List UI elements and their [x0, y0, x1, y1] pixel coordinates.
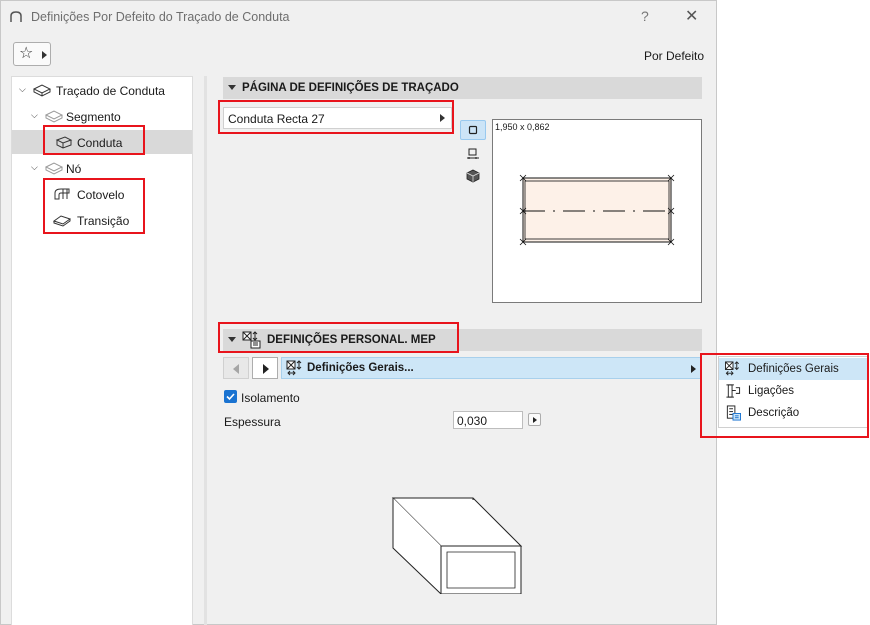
- help-button[interactable]: ?: [641, 8, 649, 24]
- tree-item-duct-route[interactable]: ⌵ Traçado de Conduta: [12, 78, 192, 102]
- tree-item-segment[interactable]: ⌵ Segmento: [12, 104, 192, 128]
- section-view-button[interactable]: [460, 144, 486, 164]
- page-menu: Definições Gerais Ligações Descrição: [718, 356, 868, 428]
- close-button[interactable]: ✕: [685, 6, 698, 26]
- window-title: Definições Por Defeito do Traçado de Con…: [31, 10, 290, 24]
- menu-item-label: Descrição: [748, 407, 800, 419]
- title-bar: Definições Por Defeito do Traçado de Con…: [1, 1, 716, 33]
- favorites-button[interactable]: ☆: [13, 42, 51, 66]
- menu-item-description[interactable]: Descrição: [719, 402, 867, 424]
- thickness-input[interactable]: 0,030: [453, 411, 523, 429]
- mep-settings-icon: [242, 331, 261, 349]
- chevron-right-icon: [691, 365, 696, 373]
- route-settings-header[interactable]: PÁGINA DE DEFINIÇÕES DE TRAÇADO: [223, 77, 702, 99]
- tree-item-label: Cotovelo: [77, 188, 125, 202]
- previous-page-button[interactable]: [223, 357, 249, 379]
- settings-tree: ⌵ Traçado de Conduta ⌵ Segmento Conduta: [11, 76, 193, 625]
- section-view-icon: [467, 148, 479, 159]
- chevron-right-icon: [42, 51, 47, 59]
- transition-icon: [53, 215, 71, 227]
- default-label: Por Defeito: [644, 49, 705, 63]
- menu-item-label: Ligações: [748, 385, 795, 397]
- current-page-label: Definições Gerais...: [307, 362, 414, 374]
- tree-item-label: Transição: [77, 214, 130, 228]
- mep-settings-header[interactable]: DEFINIÇÕES PERSONAL. MEP: [223, 329, 702, 351]
- profile-value: Conduta Recta 27: [228, 112, 325, 126]
- insulated-duct-drawing: [391, 497, 523, 594]
- description-icon: [726, 405, 741, 421]
- chevron-right-icon: [440, 114, 445, 122]
- checkmark-icon: [226, 393, 235, 401]
- panel-splitter[interactable]: [204, 76, 207, 625]
- general-settings-icon: [725, 361, 739, 376]
- node-icon: [45, 162, 63, 175]
- thickness-options-button[interactable]: [528, 413, 541, 426]
- section-title: PÁGINA DE DEFINIÇÕES DE TRAÇADO: [242, 82, 459, 94]
- duct-icon: [55, 136, 73, 149]
- menu-item-general-settings[interactable]: Definições Gerais: [719, 358, 867, 380]
- elbow-icon: [54, 188, 70, 200]
- tree-item-transition[interactable]: Transição: [12, 208, 192, 232]
- tree-item-duct[interactable]: Conduta: [12, 130, 192, 154]
- duct-route-icon: [33, 84, 51, 97]
- plan-view-icon: [468, 125, 478, 135]
- star-icon: ☆: [19, 45, 34, 62]
- tree-item-label: Nó: [66, 162, 82, 176]
- arrow-right-icon: [263, 364, 269, 374]
- menu-item-connections[interactable]: Ligações: [719, 380, 867, 402]
- section-title: DEFINIÇÕES PERSONAL. MEP: [267, 334, 436, 346]
- tree-item-label: Conduta: [77, 136, 123, 150]
- insulation-checkbox[interactable]: [224, 390, 237, 403]
- connections-icon: [726, 384, 741, 398]
- plan-view-button[interactable]: [460, 120, 486, 140]
- tree-item-elbow[interactable]: Cotovelo: [12, 182, 192, 206]
- thickness-value: 0,030: [457, 414, 488, 428]
- collapse-icon: [228, 85, 236, 90]
- arrow-left-icon: [233, 364, 239, 374]
- insulation-label: Isolamento: [241, 391, 300, 405]
- 3d-view-icon: [466, 169, 480, 183]
- duct-section-drawing: [519, 174, 675, 246]
- collapse-icon: [228, 337, 236, 342]
- tree-item-node[interactable]: ⌵ Nó: [12, 156, 192, 180]
- app-icon: [10, 11, 22, 22]
- dialog-window: Definições Por Defeito do Traçado de Con…: [0, 0, 717, 625]
- profile-select[interactable]: Conduta Recta 27: [223, 107, 452, 129]
- chevron-right-icon: [533, 417, 537, 423]
- 3d-view-button[interactable]: [460, 166, 486, 186]
- thickness-label: Espessura: [224, 415, 281, 429]
- chevron-down-icon[interactable]: ⌵: [19, 84, 29, 94]
- mep-page-navigator: Definições Gerais...: [223, 357, 702, 379]
- chevron-down-icon[interactable]: ⌵: [31, 110, 41, 120]
- profile-preview: 1,950 x 0,862: [492, 119, 702, 303]
- chevron-down-icon[interactable]: ⌵: [31, 162, 41, 172]
- tree-item-label: Segmento: [66, 110, 121, 124]
- tree-item-label: Traçado de Conduta: [56, 84, 165, 98]
- general-settings-icon: [286, 360, 302, 376]
- page-selector[interactable]: Definições Gerais...: [281, 357, 702, 379]
- menu-item-label: Definições Gerais: [748, 363, 839, 375]
- next-page-button[interactable]: [252, 357, 278, 379]
- segment-icon: [45, 110, 63, 123]
